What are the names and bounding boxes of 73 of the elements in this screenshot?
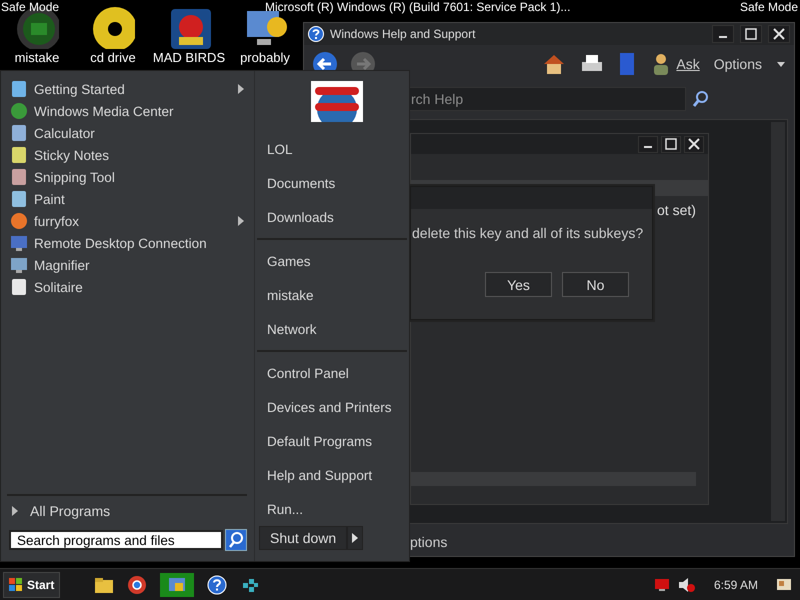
- program-item[interactable]: Paint: [1, 188, 254, 210]
- help-icon[interactable]: [207, 574, 228, 594]
- close-icon: [773, 28, 785, 40]
- maximize-icon: [665, 138, 677, 150]
- minimize-icon: [644, 146, 652, 148]
- horizontal-scrollbar[interactable]: [411, 472, 696, 486]
- maximize-button[interactable]: [661, 136, 681, 152]
- muted-speaker-icon[interactable]: [678, 576, 696, 592]
- desktop-icon-label[interactable]: cd drive: [90, 50, 136, 65]
- caret-icon: [352, 533, 358, 543]
- clock[interactable]: 6:59 AM: [714, 578, 758, 592]
- program-item[interactable]: Sticky Notes: [1, 144, 254, 166]
- start-menu-link[interactable]: mistake: [257, 278, 409, 312]
- all-programs-item[interactable]: All Programs: [1, 496, 254, 526]
- start-menu-link[interactable]: Devices and Printers: [257, 390, 409, 424]
- footer-options-label[interactable]: ptions: [410, 534, 448, 550]
- start-menu-link[interactable]: Default Programs: [257, 424, 409, 458]
- minimize-button[interactable]: [712, 25, 734, 43]
- desktop-icon-label[interactable]: mistake: [14, 50, 60, 65]
- user-picture[interactable]: [311, 81, 363, 122]
- start-button[interactable]: Start: [3, 572, 60, 598]
- os-version-label: Microsoft (R) Windows (R) (Build 7601: Service Pack 1)...: [265, 0, 570, 14]
- minimize-icon: [719, 36, 727, 38]
- start-menu-link[interactable]: Run...: [257, 492, 409, 526]
- maximize-button[interactable]: [740, 25, 762, 43]
- program-item[interactable]: Snipping Tool: [1, 166, 254, 188]
- start-menu-link[interactable]: Control Panel: [257, 356, 409, 390]
- desktop-icon-label[interactable]: MAD BIRDS: [152, 50, 226, 65]
- program-item[interactable]: Remote Desktop Connection: [1, 232, 254, 254]
- close-button[interactable]: [684, 136, 704, 152]
- program-item[interactable]: Windows Media Center: [1, 100, 254, 122]
- close-button[interactable]: [768, 25, 790, 43]
- start-menu-link[interactable]: Games: [257, 244, 409, 278]
- monitor-icon[interactable]: [654, 578, 670, 592]
- help-icon: [308, 26, 324, 42]
- expand-arrow-icon: [12, 506, 18, 516]
- close-icon: [688, 138, 700, 150]
- start-menu-link[interactable]: Downloads: [257, 200, 409, 234]
- dialog-button[interactable]: No: [562, 272, 629, 297]
- program-item[interactable]: furryfox: [1, 210, 254, 232]
- caret-icon[interactable]: [776, 60, 786, 68]
- cd-icon[interactable]: [91, 5, 135, 49]
- start-menu-link[interactable]: Documents: [257, 166, 409, 200]
- windows-logo-icon: [9, 578, 23, 592]
- program-item[interactable]: Solitaire: [1, 276, 254, 298]
- minimize-button[interactable]: [638, 136, 658, 152]
- safe-mode-label: Safe Mode: [740, 0, 798, 14]
- dialog-message: delete this key and all of its subkeys?: [412, 225, 644, 241]
- value-data-text: ot set): [657, 202, 696, 218]
- options-button[interactable]: Options: [714, 56, 762, 72]
- desktop-icon-label[interactable]: probably: [240, 50, 290, 65]
- start-menu-link[interactable]: Network: [257, 312, 409, 346]
- search-field[interactable]: Search programs and files: [9, 530, 223, 550]
- search-icon[interactable]: [225, 529, 247, 551]
- shut-down-button[interactable]: Shut down: [259, 526, 348, 550]
- home-icon[interactable]: [542, 53, 566, 75]
- program-item[interactable]: Calculator: [1, 122, 254, 144]
- safe-mode-label: Safe Mode: [1, 0, 60, 14]
- notes-icon: [10, 146, 28, 164]
- flag-icon[interactable]: [776, 576, 792, 592]
- search-icon[interactable]: [692, 90, 710, 108]
- program-item[interactable]: Magnifier: [1, 254, 254, 276]
- shut-down-options-button[interactable]: [347, 526, 364, 550]
- document-icon: [10, 80, 28, 98]
- ask-button[interactable]: Ask: [676, 56, 700, 72]
- browser-icon[interactable]: [127, 574, 148, 594]
- dialog-button[interactable]: Yes: [485, 272, 552, 297]
- remote-icon: [10, 234, 28, 252]
- maximize-icon: [745, 28, 757, 40]
- window-title: Windows Help and Support: [330, 27, 476, 41]
- start-menu-link[interactable]: LOL: [257, 132, 409, 166]
- program-item[interactable]: Getting Started: [1, 78, 254, 100]
- start-menu-link[interactable]: Help and Support: [257, 458, 409, 492]
